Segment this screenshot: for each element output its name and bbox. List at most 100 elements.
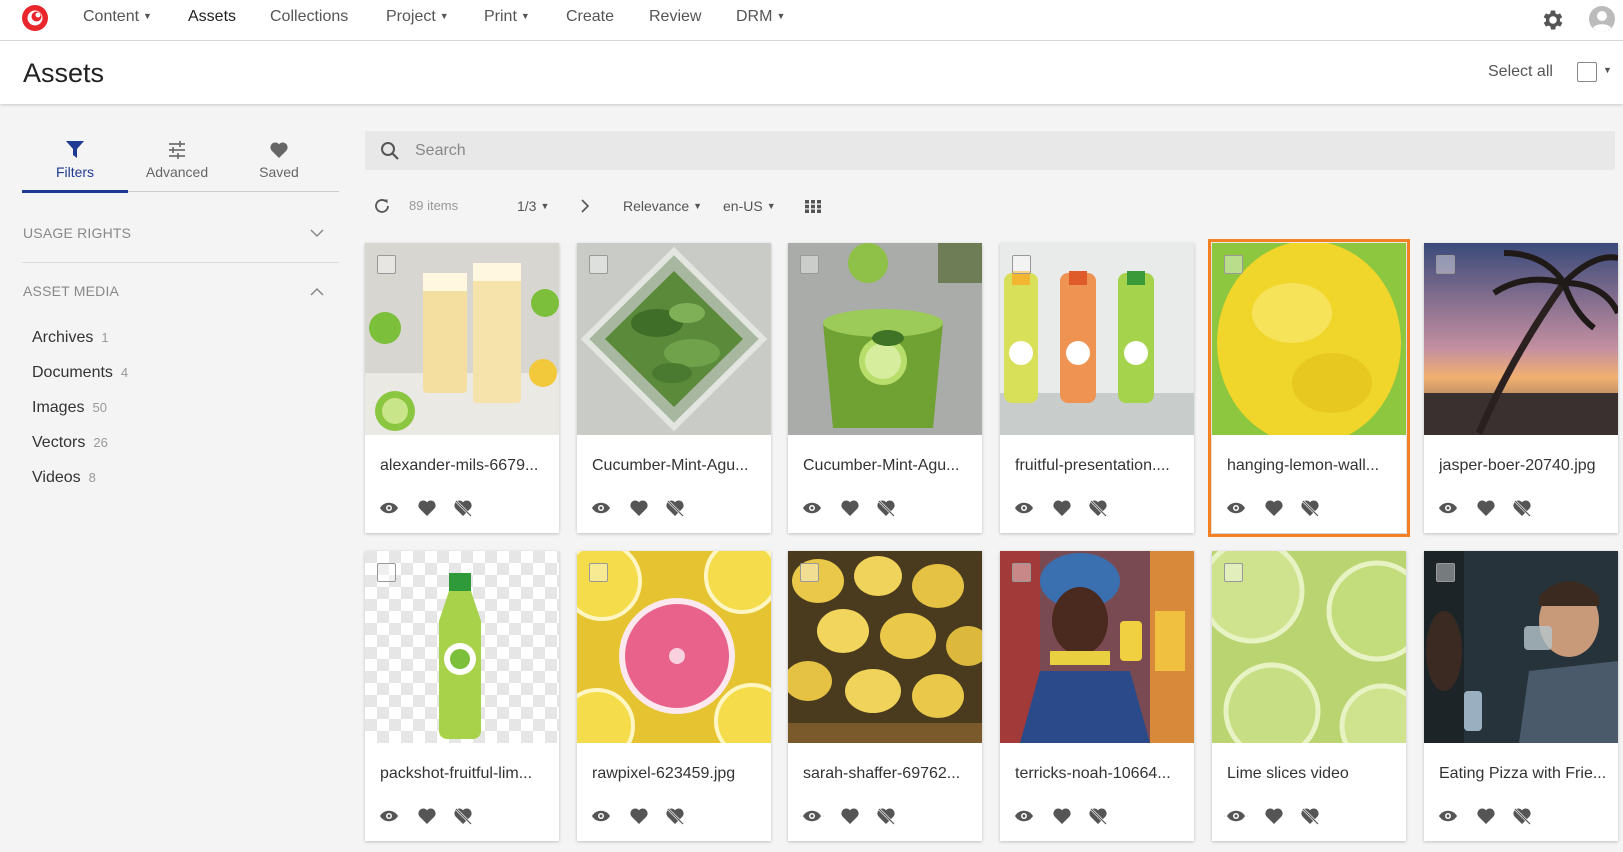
sort-dropdown[interactable]: Relevance ▼ — [623, 198, 702, 214]
asset-checkbox[interactable] — [1436, 255, 1455, 274]
asset-name[interactable]: Cucumber-Mint-Agu... — [803, 457, 973, 475]
asset-checkbox[interactable] — [377, 563, 396, 582]
eye-icon[interactable] — [591, 499, 611, 517]
heart-icon[interactable] — [1476, 499, 1496, 517]
asset-checkbox[interactable] — [589, 255, 608, 274]
asset-checkbox[interactable] — [1224, 563, 1243, 582]
eye-icon[interactable] — [1438, 807, 1458, 825]
tab-advanced[interactable]: Advanced — [124, 136, 230, 194]
eye-icon[interactable] — [1014, 499, 1034, 517]
heart-icon[interactable] — [840, 807, 860, 825]
refresh-icon[interactable] — [373, 197, 391, 215]
nav-drm[interactable]: DRM ▼ — [736, 8, 785, 26]
asset-card[interactable]: Cucumber-Mint-Agu... — [577, 243, 771, 533]
eye-icon[interactable] — [802, 807, 822, 825]
eye-icon[interactable] — [591, 807, 611, 825]
asset-card[interactable]: Cucumber-Mint-Agu... — [788, 243, 982, 533]
asset-checkbox[interactable] — [800, 255, 819, 274]
section-usage-rights[interactable]: USAGE RIGHTS — [23, 225, 131, 241]
asset-card[interactable]: Lime slices video — [1212, 551, 1406, 841]
asset-name[interactable]: Eating Pizza with Frie... — [1439, 765, 1609, 783]
nav-assets[interactable]: Assets — [188, 8, 236, 26]
unlike-heart-icon[interactable] — [1088, 499, 1108, 517]
asset-name[interactable]: fruitful-presentation.... — [1015, 457, 1185, 475]
heart-icon[interactable] — [1264, 807, 1284, 825]
media-filter-videos[interactable]: Videos 8 — [32, 469, 96, 487]
asset-card[interactable]: sarah-shaffer-69762... — [788, 551, 982, 841]
asset-name[interactable]: hanging-lemon-wall... — [1227, 457, 1397, 475]
asset-checkbox[interactable] — [589, 563, 608, 582]
asset-card[interactable]: terricks-noah-10664... — [1000, 551, 1194, 841]
asset-name[interactable]: terricks-noah-10664... — [1015, 765, 1185, 783]
heart-icon[interactable] — [629, 807, 649, 825]
eye-icon[interactable] — [379, 499, 399, 517]
unlike-heart-icon[interactable] — [453, 807, 473, 825]
media-filter-images[interactable]: Images 50 — [32, 399, 107, 417]
asset-card[interactable]: jasper-boer-20740.jpg — [1424, 243, 1618, 533]
heart-icon[interactable] — [1052, 499, 1072, 517]
heart-icon[interactable] — [417, 807, 437, 825]
section-asset-media[interactable]: ASSET MEDIA — [23, 283, 119, 299]
page-selector[interactable]: 1/3 ▼ — [517, 198, 549, 214]
media-filter-archives[interactable]: Archives 1 — [32, 329, 109, 347]
eye-icon[interactable] — [1226, 807, 1246, 825]
app-logo-icon[interactable] — [21, 4, 49, 32]
asset-checkbox[interactable] — [1012, 255, 1031, 274]
nav-review[interactable]: Review — [649, 8, 701, 26]
grid-view-icon[interactable] — [805, 200, 821, 213]
select-all-label[interactable]: Select all — [1488, 63, 1553, 81]
nav-print[interactable]: Print ▼ — [484, 8, 530, 26]
asset-name[interactable]: rawpixel-623459.jpg — [592, 765, 762, 783]
asset-name[interactable]: alexander-mils-6679... — [380, 457, 550, 475]
unlike-heart-icon[interactable] — [1300, 807, 1320, 825]
nav-content[interactable]: Content ▼ — [83, 8, 152, 26]
gear-icon[interactable] — [1540, 7, 1566, 33]
asset-name[interactable]: Cucumber-Mint-Agu... — [592, 457, 762, 475]
heart-icon[interactable] — [1476, 807, 1496, 825]
user-avatar-icon[interactable] — [1588, 5, 1616, 33]
asset-checkbox[interactable] — [377, 255, 396, 274]
asset-name[interactable]: sarah-shaffer-69762... — [803, 765, 973, 783]
asset-card-selected[interactable]: hanging-lemon-wall... — [1208, 239, 1410, 537]
media-filter-vectors[interactable]: Vectors 26 — [32, 434, 108, 452]
asset-checkbox[interactable] — [1224, 255, 1243, 274]
unlike-heart-icon[interactable] — [876, 807, 896, 825]
unlike-heart-icon[interactable] — [1512, 499, 1532, 517]
eye-icon[interactable] — [1438, 499, 1458, 517]
asset-checkbox[interactable] — [1436, 563, 1455, 582]
unlike-heart-icon[interactable] — [1512, 807, 1532, 825]
heart-icon[interactable] — [1264, 499, 1284, 517]
unlike-heart-icon[interactable] — [876, 499, 896, 517]
media-filter-documents[interactable]: Documents 4 — [32, 364, 128, 382]
eye-icon[interactable] — [1014, 807, 1034, 825]
nav-collections[interactable]: Collections — [270, 8, 348, 26]
asset-checkbox[interactable] — [1012, 563, 1031, 582]
unlike-heart-icon[interactable] — [665, 807, 685, 825]
select-all-checkbox[interactable] — [1577, 62, 1597, 82]
nav-create[interactable]: Create — [566, 8, 614, 26]
eye-icon[interactable] — [379, 807, 399, 825]
asset-card[interactable]: Eating Pizza with Frie... — [1424, 551, 1618, 841]
heart-icon[interactable] — [629, 499, 649, 517]
nav-project[interactable]: Project ▼ — [386, 8, 449, 26]
search-input[interactable] — [415, 131, 1595, 170]
eye-icon[interactable] — [1226, 499, 1246, 517]
chevron-down-icon[interactable]: ▼ — [1603, 65, 1612, 75]
heart-icon[interactable] — [1052, 807, 1072, 825]
chevron-up-icon[interactable] — [310, 285, 324, 299]
asset-name[interactable]: jasper-boer-20740.jpg — [1439, 457, 1609, 475]
asset-card[interactable]: alexander-mils-6679... — [365, 243, 559, 533]
asset-card[interactable]: rawpixel-623459.jpg — [577, 551, 771, 841]
chevron-down-icon[interactable] — [310, 226, 324, 240]
eye-icon[interactable] — [802, 499, 822, 517]
asset-checkbox[interactable] — [800, 563, 819, 582]
tab-filters[interactable]: Filters — [22, 136, 128, 194]
unlike-heart-icon[interactable] — [453, 499, 473, 517]
asset-card[interactable]: packshot-fruitful-lim... — [365, 551, 559, 841]
next-page-icon[interactable] — [579, 199, 591, 213]
unlike-heart-icon[interactable] — [1300, 499, 1320, 517]
unlike-heart-icon[interactable] — [1088, 807, 1108, 825]
tab-saved[interactable]: Saved — [226, 136, 332, 194]
asset-name[interactable]: Lime slices video — [1227, 765, 1397, 783]
unlike-heart-icon[interactable] — [665, 499, 685, 517]
